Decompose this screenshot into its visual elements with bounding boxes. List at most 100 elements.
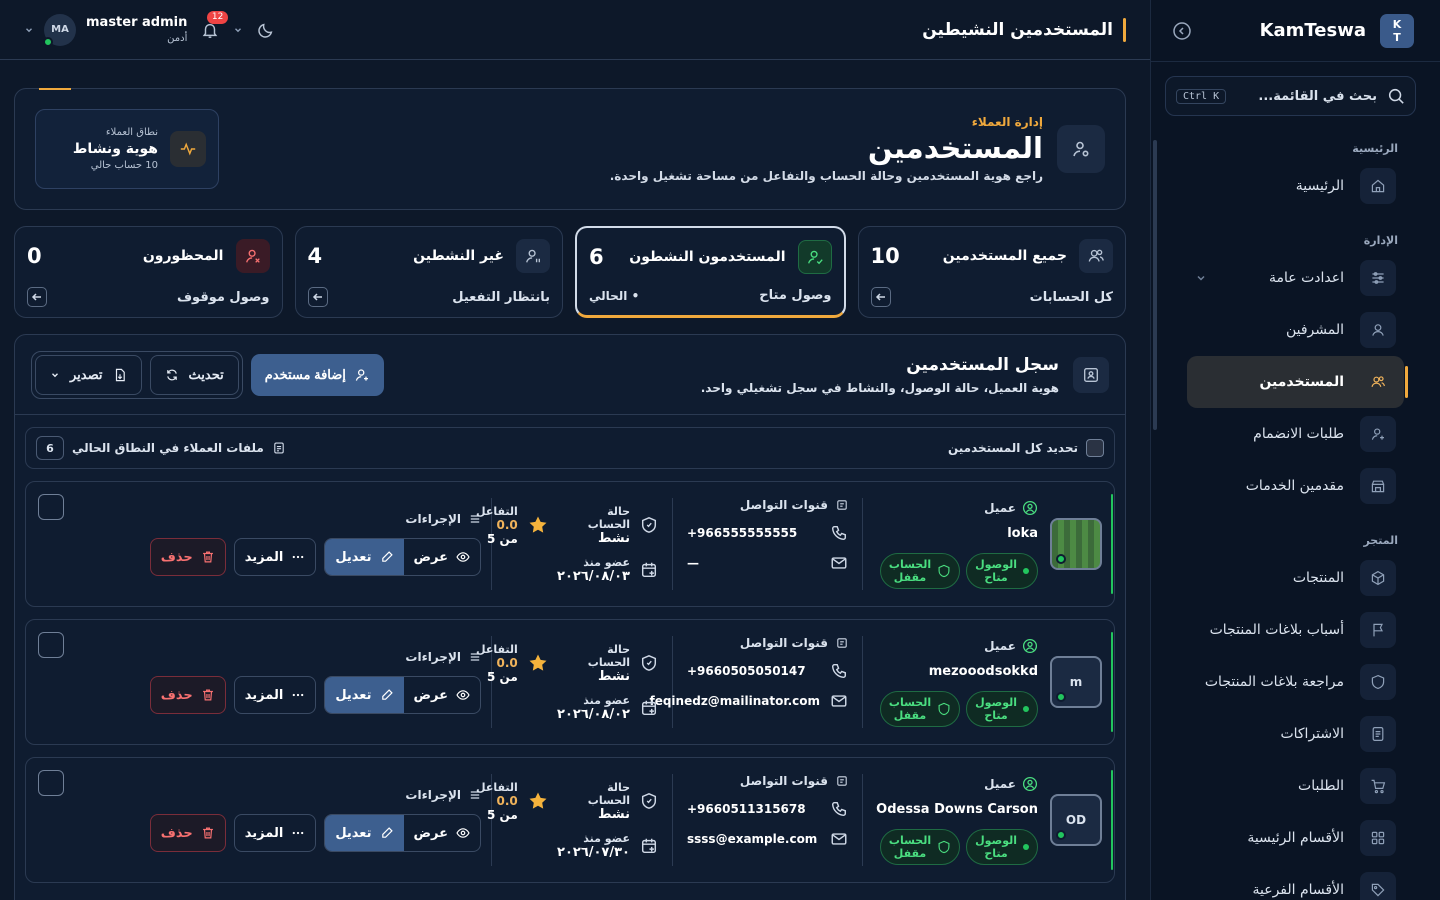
brand-logo[interactable]: K T xyxy=(1380,13,1414,48)
user-phone[interactable]: +9660505050147 xyxy=(687,664,820,678)
delete-button[interactable]: حذف xyxy=(149,676,226,714)
sidebar-item-subscriptions[interactable]: الاشتراكات xyxy=(1187,708,1404,760)
sidebar-item-sub-categories[interactable]: الأقسام الفرعية xyxy=(1187,864,1404,900)
member-since-label: عضو منذ xyxy=(583,555,630,569)
sidebar-item-orders[interactable]: الطلبات xyxy=(1187,760,1404,812)
avatar[interactable]: MA xyxy=(43,13,76,47)
top-bar: المستخدمين النشيطين 12 master admin أدمن… xyxy=(0,0,1150,60)
chevron-down-icon[interactable] xyxy=(24,25,34,35)
user-circle-icon xyxy=(1022,638,1038,654)
selection-bar: تحديد كل المستخدمين ملفات العملاء في الن… xyxy=(25,427,1115,469)
more-button[interactable]: المزيد xyxy=(233,676,317,714)
add-user-button[interactable]: إضافة مستخدم xyxy=(250,353,384,396)
rating-scale: من 5 xyxy=(487,531,518,546)
profiles-summary: ملفات العملاء في النطاق الحالي 6 xyxy=(36,436,286,460)
notification-count-badge: 12 xyxy=(206,10,229,24)
row-select-checkbox[interactable] xyxy=(38,494,64,520)
more-button[interactable]: المزيد xyxy=(233,814,317,852)
stat-card-banned-users[interactable]: المحظورون 0 وصول موقوف xyxy=(14,226,283,318)
shield-check-icon xyxy=(640,516,658,534)
sidebar-item-join-requests[interactable]: طلبات الانضمام xyxy=(1187,408,1404,460)
select-all-checkbox[interactable] xyxy=(1086,439,1104,457)
chevron-down-icon[interactable] xyxy=(233,25,243,35)
contact-channels-label: قنوات التواصل xyxy=(739,774,828,788)
user-email[interactable]: feqinedz@mailinator.com xyxy=(649,694,820,708)
theme-toggle-icon[interactable] xyxy=(257,21,275,39)
shield-icon xyxy=(937,840,951,854)
trash-icon xyxy=(201,688,215,702)
edit-button[interactable]: تعديل xyxy=(325,815,404,851)
sidebar-item-service-providers[interactable]: مقدمين الخدمات xyxy=(1187,460,1404,512)
more-button[interactable]: المزيد xyxy=(233,538,317,576)
shield-icon xyxy=(937,564,951,578)
store-icon xyxy=(1360,468,1396,504)
view-button[interactable]: عرض xyxy=(404,539,480,575)
view-button[interactable]: عرض xyxy=(404,815,480,851)
user-email[interactable]: — xyxy=(687,556,820,570)
star-icon xyxy=(528,653,548,673)
view-button[interactable]: عرض xyxy=(404,677,480,713)
user-name[interactable]: mezooodsokkd xyxy=(875,664,1038,679)
edit-button[interactable]: تعديل xyxy=(325,539,404,575)
table-row: OD عميل Odessa Downs Carson الوصول متاح … xyxy=(25,757,1115,883)
avatar[interactable] xyxy=(1050,518,1102,570)
hero-title: المستخدمين xyxy=(867,131,1043,165)
star-icon xyxy=(528,791,548,811)
stat-card-active-users[interactable]: المستخدمون النشطون 6 وصول متاح • الحالي xyxy=(575,226,846,318)
hero-eyebrow: إدارة العملاء xyxy=(971,115,1043,129)
arrow-left-icon[interactable] xyxy=(27,287,47,307)
actions-cell: الإجراءات عرض تعديل المزيد حذف xyxy=(38,636,492,728)
contact-channels-label: قنوات التواصل xyxy=(739,636,828,650)
contact-channels-cell: قنوات التواصل +966555555555 — xyxy=(672,498,862,590)
user-phone[interactable]: +966555555555 xyxy=(687,526,820,540)
account-lock-badge: الحساب مقفل xyxy=(879,828,961,865)
registry-actions: إضافة مستخدم تحديث تصدير xyxy=(31,350,384,399)
stat-value: 0 xyxy=(27,244,42,268)
users-icon xyxy=(1079,239,1113,273)
stat-current-marker: • الحالي xyxy=(589,288,640,303)
delete-button[interactable]: حذف xyxy=(149,538,226,576)
tag-icon xyxy=(1360,872,1396,900)
avatar[interactable]: m xyxy=(1050,656,1102,708)
online-status-dot xyxy=(1056,692,1066,702)
sidebar-item-report-review[interactable]: مراجعة بلاغات المنتجات xyxy=(1187,656,1404,708)
sidebar-item-users[interactable]: المستخدمين xyxy=(1187,356,1408,408)
select-all-users[interactable]: تحديد كل المستخدمين xyxy=(948,439,1104,457)
stat-card-inactive-users[interactable]: غير النشطين 4 بانتظار التفعيل xyxy=(294,226,563,318)
contact-channels-cell: قنوات التواصل +9660505050147 feqinedz@ma… xyxy=(649,636,862,728)
collapse-sidebar-icon[interactable] xyxy=(1171,20,1193,42)
mail-icon xyxy=(830,692,848,710)
row-select-checkbox[interactable] xyxy=(38,770,64,796)
user-identity-cell: OD عميل Odessa Downs Carson الوصول متاح … xyxy=(862,774,1102,866)
delete-button[interactable]: حذف xyxy=(149,814,226,852)
sidebar-item-home[interactable]: الرئيسية xyxy=(1187,160,1404,212)
notification-bell-icon[interactable]: 12 xyxy=(201,10,229,39)
sidebar-item-main-categories[interactable]: الأقسام الرئيسية xyxy=(1187,812,1404,864)
sidebar-item-products[interactable]: المنتجات xyxy=(1187,552,1404,604)
avatar[interactable]: OD xyxy=(1050,794,1102,846)
more-horizontal-icon xyxy=(291,688,305,702)
contact-list-icon xyxy=(836,499,848,511)
main-content: إدارة العملاء المستخدمين راجع هوية المست… xyxy=(0,60,1150,900)
sidebar-item-supervisors[interactable]: المشرفين xyxy=(1187,304,1404,356)
user-email[interactable]: ssss@example.com xyxy=(687,832,820,846)
user-phone[interactable]: +9660511315678 xyxy=(687,802,820,816)
stat-card-all-users[interactable]: جميع المستخدمين 10 كل الحسابات xyxy=(857,226,1126,318)
sidebar-item-general-settings[interactable]: اعدادت عامة xyxy=(1187,252,1404,304)
row-select-checkbox[interactable] xyxy=(38,632,64,658)
actions-label: الإجراءات xyxy=(405,512,461,526)
shield-check-icon xyxy=(640,654,658,672)
account-status-value: نشط xyxy=(597,530,630,546)
user-menu[interactable]: master admin أدمن MA xyxy=(24,13,187,47)
user-name[interactable]: Odessa Downs Carson xyxy=(875,802,1038,817)
sidebar-search-input[interactable]: بحث في القائمة... Ctrl K xyxy=(1165,76,1416,116)
arrow-left-icon[interactable] xyxy=(870,287,891,307)
export-button[interactable]: تصدير xyxy=(35,354,142,395)
refresh-button[interactable]: تحديث xyxy=(149,354,239,395)
arrow-left-icon[interactable] xyxy=(307,287,328,307)
edit-button[interactable]: تعديل xyxy=(325,677,404,713)
member-since-value: ٢٠٢٦/٠٧/٣٠ xyxy=(557,844,630,860)
home-icon xyxy=(1360,168,1396,204)
user-name[interactable]: loka xyxy=(875,526,1038,541)
sidebar-item-report-reasons[interactable]: أسباب بلاغات المنتجات xyxy=(1187,604,1404,656)
